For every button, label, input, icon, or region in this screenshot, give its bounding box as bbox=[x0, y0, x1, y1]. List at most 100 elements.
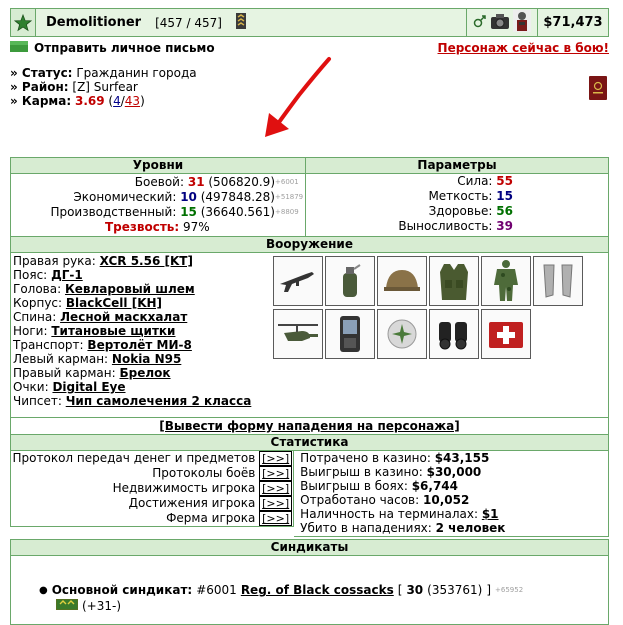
phone-icon[interactable] bbox=[325, 309, 375, 359]
combat-next: +6001 bbox=[275, 178, 299, 186]
slot-legs[interactable]: Титановые щитки bbox=[51, 324, 175, 338]
slot-label: Очки: bbox=[13, 380, 49, 394]
karma-negative-link[interactable]: 43 bbox=[125, 94, 140, 108]
rank-icon bbox=[235, 13, 246, 32]
levels-title: Уровни bbox=[10, 157, 306, 174]
syndicate-exp: (353761) bbox=[427, 583, 483, 597]
main-syndicate-label: Основной синдикат: bbox=[51, 583, 193, 597]
casino-spent-value: $43,155 bbox=[434, 451, 490, 465]
bullet-icon: ● bbox=[39, 584, 48, 596]
send-message-link[interactable]: Отправить личное письмо bbox=[34, 41, 215, 55]
stats-section: Протокол передач денег и предметов [>>] … bbox=[10, 451, 609, 537]
slot-label: Голова: bbox=[13, 282, 62, 296]
hours-value: 10,052 bbox=[423, 493, 470, 507]
econ-next: +51879 bbox=[275, 193, 304, 201]
annotation-arrow-icon bbox=[265, 57, 331, 137]
endurance-value: 39 bbox=[496, 219, 513, 233]
message-bar: Отправить личное письмо Персонаж сейчас … bbox=[10, 40, 609, 56]
sobriety-label: Трезвость: bbox=[105, 220, 180, 234]
syndicate-next: +65952 bbox=[495, 586, 524, 594]
money-transfer-log-button[interactable]: [>>] bbox=[259, 451, 293, 466]
slot-chipset[interactable]: Чип самолечения 2 класса bbox=[66, 394, 252, 408]
terminal-value-link[interactable]: $1 bbox=[482, 507, 499, 521]
karma-label: » Карма: bbox=[10, 94, 72, 108]
armament-title: Вооружение bbox=[10, 237, 609, 253]
achievements-button[interactable]: [>>] bbox=[259, 496, 293, 511]
slot-right-pocket[interactable]: Брелок bbox=[120, 366, 171, 380]
stat-link-label: Достижения игрока bbox=[128, 496, 256, 510]
syndicate-level: 30 bbox=[406, 583, 424, 597]
econ-level: 10 bbox=[180, 190, 197, 204]
shin-guards-icon[interactable] bbox=[533, 256, 583, 306]
accuracy-value: 15 bbox=[496, 189, 513, 203]
slot-left-pocket[interactable]: Nokia N95 bbox=[112, 352, 181, 366]
slot-label: Ноги: bbox=[13, 324, 48, 338]
syndicate-name-link[interactable]: Reg. of Black cossacks bbox=[241, 583, 394, 597]
econ-exp: (497848.28) bbox=[200, 190, 275, 204]
stat-link-label: Протокол передач денег и предметов bbox=[12, 451, 256, 465]
rank-badge-icon bbox=[55, 598, 79, 613]
slot-label: Правый карман: bbox=[13, 366, 116, 380]
helmet-icon[interactable] bbox=[377, 256, 427, 306]
equipment-grid bbox=[273, 256, 585, 359]
karma-value: 3.69 bbox=[74, 94, 105, 108]
slot-label: Спина: bbox=[13, 310, 57, 324]
strength-value: 55 bbox=[496, 174, 513, 188]
armament-section: Правая рука: XCR 5.56 [KT] Пояс: ДГ-1 Го… bbox=[10, 253, 609, 418]
slot-label: Левый карман: bbox=[13, 352, 109, 366]
passport-icon[interactable] bbox=[589, 76, 607, 103]
gender-icon bbox=[473, 13, 487, 32]
envelope-icon[interactable] bbox=[10, 41, 28, 55]
karma-positive-link[interactable]: 4 bbox=[113, 94, 121, 108]
stat-link-label: Ферма игрока bbox=[166, 511, 256, 525]
district-value: [Z] Surfear bbox=[72, 80, 138, 94]
vest-icon[interactable] bbox=[429, 256, 479, 306]
prod-level: 15 bbox=[180, 205, 197, 219]
status-value: Гражданин города bbox=[76, 66, 197, 80]
slot-back[interactable]: Лесной маскхалат bbox=[60, 310, 187, 324]
username: Demolitioner bbox=[46, 15, 142, 30]
syndicates-title: Синдикаты bbox=[10, 539, 609, 556]
helicopter-icon[interactable] bbox=[273, 309, 323, 359]
terminal-label: Наличность на терминалах: bbox=[300, 507, 478, 521]
slot-body[interactable]: BlackCell [KH] bbox=[66, 296, 162, 310]
property-button[interactable]: [>>] bbox=[259, 481, 293, 496]
in-battle-link[interactable]: Персонаж сейчас в бою! bbox=[438, 41, 609, 55]
slot-head[interactable]: Кевларовый шлем bbox=[65, 282, 195, 296]
stats-title: Статистика bbox=[10, 435, 609, 451]
medkit-icon[interactable] bbox=[481, 309, 531, 359]
econ-label: Экономический: bbox=[73, 190, 177, 204]
keychain-icon[interactable] bbox=[377, 309, 427, 359]
goggles-icon[interactable] bbox=[429, 309, 479, 359]
avatar[interactable] bbox=[513, 10, 531, 35]
syndicate-bracket-open: [ bbox=[397, 583, 403, 597]
camera-icon[interactable] bbox=[490, 12, 510, 33]
casino-won-label: Выигрыш в казино: bbox=[300, 465, 423, 479]
slot-belt[interactable]: ДГ-1 bbox=[51, 268, 83, 282]
prod-exp: (36640.561) bbox=[200, 205, 275, 219]
hours-label: Отработано часов: bbox=[300, 493, 420, 507]
slot-transport[interactable]: Вертолёт МИ-8 bbox=[87, 338, 191, 352]
profile-header: Demolitioner [457 / 457] $71,473 bbox=[10, 8, 609, 37]
battle-won-value: $6,744 bbox=[411, 479, 459, 493]
rifle-icon[interactable] bbox=[273, 256, 323, 306]
casino-won-value: $30,000 bbox=[426, 465, 482, 479]
slot-label: Корпус: bbox=[13, 296, 63, 310]
levels-params-section: Уровни Боевой: 31 (506820.9) Экономическ… bbox=[10, 157, 609, 237]
accuracy-label: Меткость: bbox=[428, 189, 493, 203]
sobriety-value: 97% bbox=[183, 220, 210, 234]
endurance-label: Выносливость: bbox=[398, 219, 493, 233]
slot-glasses[interactable]: Digital Eye bbox=[52, 380, 125, 394]
prod-label: Производственный: bbox=[50, 205, 177, 219]
slot-label: Транспорт: bbox=[13, 338, 84, 352]
district-label: » Район: bbox=[10, 80, 69, 94]
star-icon bbox=[11, 9, 36, 36]
attack-form-link[interactable]: [Вывести форму нападения на персонажа] bbox=[159, 419, 459, 433]
syndicate-number: #6001 bbox=[196, 583, 237, 597]
camo-suit-icon[interactable] bbox=[481, 256, 531, 306]
farm-button[interactable]: [>>] bbox=[259, 511, 293, 526]
status-label: » Статус: bbox=[10, 66, 73, 80]
grenade-icon[interactable] bbox=[325, 256, 375, 306]
slot-right-hand[interactable]: XCR 5.56 [KT] bbox=[100, 254, 193, 268]
battle-log-button[interactable]: [>>] bbox=[259, 466, 293, 481]
